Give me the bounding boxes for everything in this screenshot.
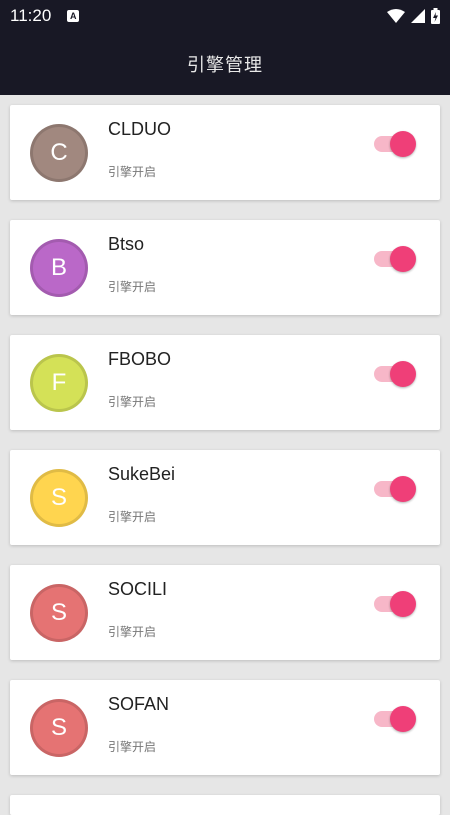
switch-thumb: [390, 246, 416, 272]
engine-name: CLDUO: [108, 119, 172, 139]
engine-name: SOFAN: [108, 694, 170, 714]
switch-thumb: [390, 591, 416, 617]
battery-charging-icon: [431, 8, 440, 24]
engine-card-partial[interactable]: [10, 795, 440, 815]
engine-name: Btso: [108, 234, 145, 254]
engine-avatar: B: [30, 239, 88, 297]
switch-thumb: [390, 706, 416, 732]
engine-toggle-switch[interactable]: [372, 129, 420, 157]
engine-status: 引擎开启: [108, 625, 157, 639]
switch-thumb: [390, 476, 416, 502]
engine-status: 引擎开启: [108, 280, 157, 294]
status-bar: 11:20 A: [0, 0, 450, 32]
switch-thumb: [390, 361, 416, 387]
engine-name: SukeBei: [108, 464, 176, 484]
cell-signal-icon: [411, 9, 425, 23]
engine-status: 引擎开启: [108, 165, 157, 179]
switch-thumb: [390, 131, 416, 157]
engine-toggle-switch[interactable]: [372, 244, 420, 272]
notification-a-icon: A: [67, 10, 80, 22]
engine-toggle-switch[interactable]: [372, 589, 420, 617]
engine-name: FBOBO: [108, 349, 172, 369]
engine-name: SOCILI: [108, 579, 168, 599]
engine-toggle-switch[interactable]: [372, 474, 420, 502]
app-bar: 引擎管理: [0, 32, 450, 95]
engine-card[interactable]: C CLDUO 引擎开启: [10, 105, 440, 200]
engine-avatar: S: [30, 469, 88, 527]
status-icons: [387, 8, 440, 24]
engine-card[interactable]: S SOCILI 引擎开启: [10, 565, 440, 660]
engine-avatar: S: [30, 584, 88, 642]
engine-card[interactable]: S SOFAN 引擎开启: [10, 680, 440, 775]
engine-toggle-switch[interactable]: [372, 359, 420, 387]
engine-list: C CLDUO 引擎开启 B Btso 引擎开启 F FBOBO 引擎开启 S …: [10, 105, 440, 815]
engine-card[interactable]: B Btso 引擎开启: [10, 220, 440, 315]
status-time: 11:20: [10, 6, 52, 25]
engine-card[interactable]: F FBOBO 引擎开启: [10, 335, 440, 430]
engine-status: 引擎开启: [108, 740, 157, 754]
engine-avatar: S: [30, 699, 88, 757]
engine-avatar: C: [30, 124, 88, 182]
engine-status: 引擎开启: [108, 510, 157, 524]
wifi-icon: [387, 9, 405, 23]
engine-status: 引擎开启: [108, 395, 157, 409]
engine-avatar: F: [30, 354, 88, 412]
engine-card[interactable]: S SukeBei 引擎开启: [10, 450, 440, 545]
page-title: 引擎管理: [187, 54, 263, 76]
engine-toggle-switch[interactable]: [372, 704, 420, 732]
